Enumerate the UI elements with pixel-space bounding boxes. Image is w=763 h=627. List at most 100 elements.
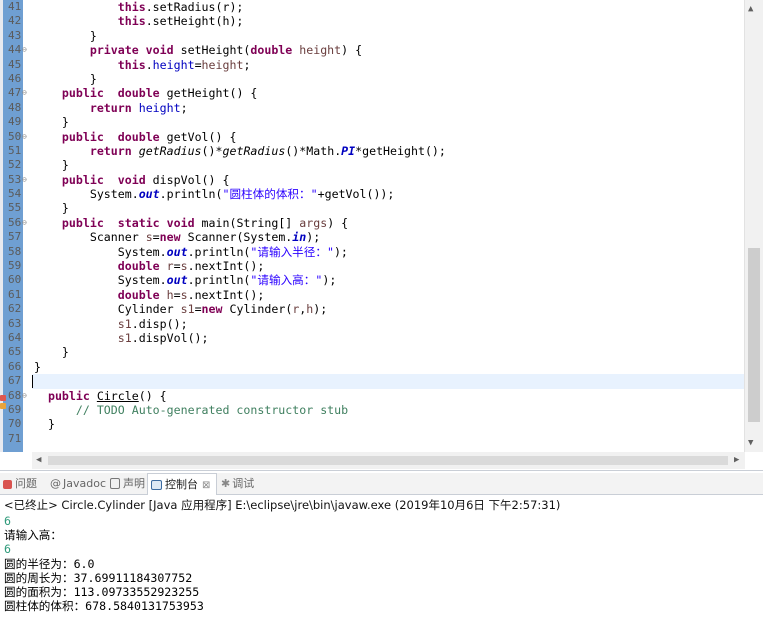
tab-label: 问题	[15, 477, 37, 490]
problems-icon	[3, 480, 12, 489]
close-icon[interactable]: ⊠	[202, 480, 210, 491]
declaration-icon	[110, 478, 120, 489]
console-output-line: 圆柱体的体积：678.5840131753953	[4, 599, 204, 614]
console-output-line: 圆的面积为：113.09733552923255	[4, 584, 200, 599]
tab-declaration[interactable]: 声明	[110, 473, 145, 494]
fold-markers: ⊖ ⊖ ⊖ ⊖ ⊖ ⊖	[22, 0, 32, 446]
horizontal-scroll-thumb[interactable]	[48, 456, 728, 465]
code-line[interactable]: }	[34, 201, 744, 215]
code-line[interactable]: // TODO Auto-generated constructor stub	[34, 403, 744, 417]
code-editor[interactable]: 41 42 43 44 45 46 47 48 49 50 51 52 53 54 55 56 57 58 59 60…	[0, 0, 763, 471]
code-line[interactable]: System.out.println("请输入高：");	[34, 273, 744, 287]
view-tab-bar: 问题 @ Javadoc 声明 控制台 ⊠ ✱ 调试	[0, 473, 763, 495]
scroll-down-arrow-icon[interactable]: ▼	[748, 438, 753, 448]
fold-toggle-icon[interactable]: ⊖	[22, 86, 32, 100]
javadoc-icon: @	[50, 477, 61, 490]
tab-label: 调试	[232, 477, 255, 490]
code-line[interactable]: public Circle() {	[34, 389, 744, 403]
tab-problems[interactable]: 问题	[3, 473, 37, 494]
code-line[interactable]: this.setHeight(h);	[34, 14, 744, 28]
fold-toggle-icon[interactable]: ⊖	[22, 216, 32, 230]
error-marker-icon[interactable]	[0, 395, 6, 401]
code-line[interactable]: public void dispVol() {	[34, 173, 744, 187]
fold-toggle-icon[interactable]: ⊖	[22, 389, 32, 403]
code-line[interactable]: s1.dispVol();	[34, 331, 744, 345]
code-line[interactable]: Scanner s=new Scanner(System.in);	[34, 230, 744, 244]
code-line[interactable]	[32, 374, 744, 389]
code-line[interactable]: private void setHeight(double height) {	[34, 43, 744, 57]
code-line[interactable]: }	[34, 345, 744, 359]
code-area[interactable]: this.setRadius(r); this.setHeight(h); } …	[32, 0, 744, 446]
fold-toggle-icon[interactable]: ⊖	[22, 173, 32, 187]
code-line[interactable]: }	[34, 158, 744, 172]
code-line[interactable]: this.height=height;	[34, 58, 744, 72]
tab-label: Javadoc	[63, 477, 106, 490]
console-input-line: 6	[4, 514, 11, 528]
vertical-scrollbar[interactable]: ▲ ▼	[744, 0, 763, 452]
console-view[interactable]: <已终止> Circle.Cylinder [Java 应用程序] E:\ecl…	[0, 495, 763, 627]
tab-debug[interactable]: ✱ 调试	[221, 473, 254, 494]
vertical-scroll-thumb[interactable]	[748, 248, 760, 422]
scroll-up-arrow-icon[interactable]: ▲	[748, 4, 753, 14]
code-line[interactable]: }	[34, 29, 744, 43]
code-line[interactable]: }	[34, 417, 744, 431]
code-line[interactable]: System.out.println("请输入半径：");	[34, 245, 744, 259]
code-line[interactable]: }	[34, 115, 744, 129]
code-line[interactable]: }	[34, 360, 744, 374]
console-output[interactable]: 6 请输入高： 6 圆的半径为：6.0 圆的周长为：37.69911184307752 圆…	[4, 514, 204, 613]
code-line[interactable]: double h=s.nextInt();	[34, 288, 744, 302]
console-status: <已终止> Circle.Cylinder [Java 应用程序] E:\ecl…	[4, 498, 561, 512]
code-line[interactable]: public double getHeight() {	[34, 86, 744, 100]
problem-markers	[0, 395, 10, 411]
horizontal-scrollbar[interactable]: ◀ ▶	[32, 452, 745, 469]
console-output-line: 请输入高：	[4, 528, 62, 543]
scroll-right-arrow-icon[interactable]: ▶	[734, 455, 739, 465]
code-line[interactable]: System.out.println("圆柱体的体积："+getVol());	[34, 187, 744, 201]
tab-javadoc[interactable]: @ Javadoc	[50, 473, 106, 494]
code-line[interactable]: double r=s.nextInt();	[34, 259, 744, 273]
code-line[interactable]: this.setRadius(r);	[34, 0, 744, 14]
scroll-left-arrow-icon[interactable]: ◀	[36, 455, 41, 465]
code-line[interactable]: return getRadius()*getRadius()*Math.PI*g…	[34, 144, 744, 158]
code-line[interactable]: s1.disp();	[34, 317, 744, 331]
debug-icon: ✱	[221, 477, 231, 490]
code-line[interactable]: public double getVol() {	[34, 130, 744, 144]
tab-console[interactable]: 控制台 ⊠	[147, 473, 218, 495]
tab-label: 声明	[123, 477, 145, 490]
code-line[interactable]: }	[34, 72, 744, 86]
console-output-line: 圆的半径为：6.0	[4, 556, 95, 571]
console-output-line: 圆的周长为：37.69911184307752	[4, 570, 193, 585]
code-line[interactable]: Cylinder s1=new Cylinder(r,h);	[34, 302, 744, 316]
code-line[interactable]: public static void main(String[] args) {	[34, 216, 744, 230]
code-line[interactable]: return height;	[34, 101, 744, 115]
fold-toggle-icon[interactable]: ⊖	[22, 130, 32, 144]
fold-toggle-icon[interactable]: ⊖	[22, 43, 32, 57]
warning-marker-icon[interactable]	[0, 403, 6, 409]
eclipse-ide: 41 42 43 44 45 46 47 48 49 50 51 52 53 54 55 56 57 58 59 60…	[0, 0, 763, 627]
code-line[interactable]	[34, 432, 744, 446]
tab-label: 控制台	[165, 478, 198, 491]
